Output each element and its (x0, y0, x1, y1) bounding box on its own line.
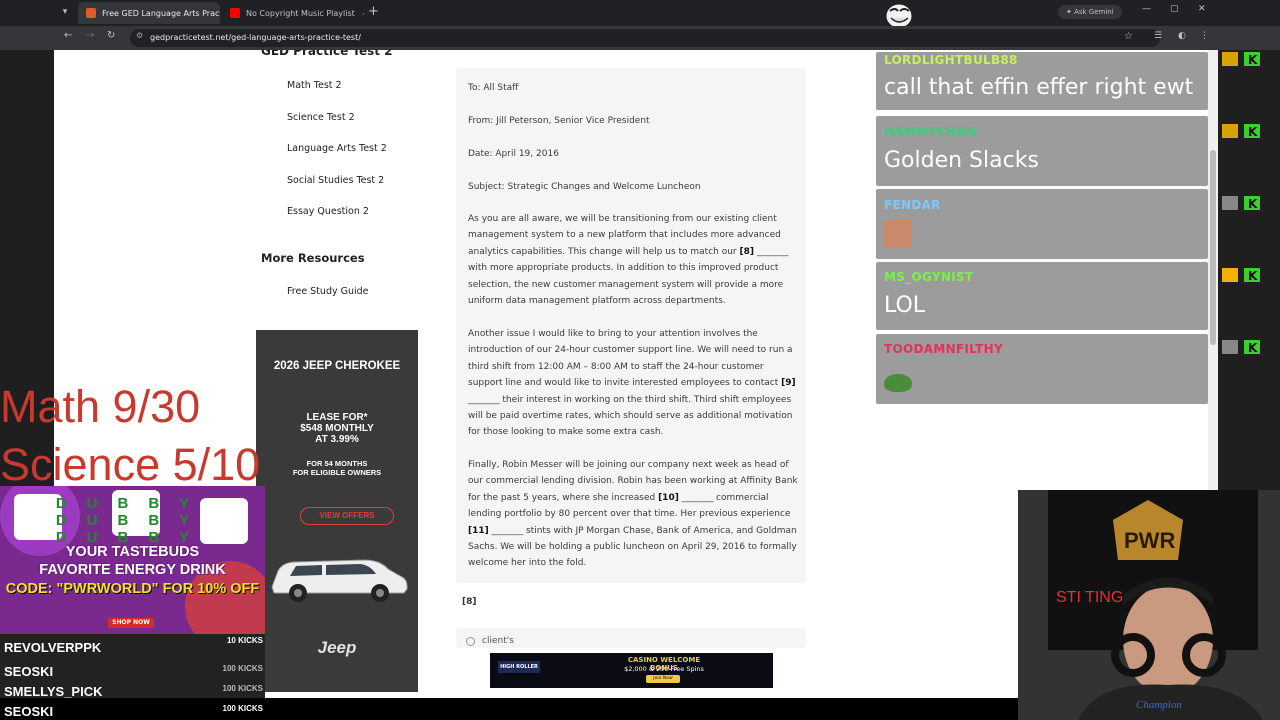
chat-username: LORDLIGHTBULB88 (884, 53, 1018, 67)
svg-text:K: K (1248, 53, 1258, 67)
webcam-feed: PWR STI TING Champion (1018, 490, 1280, 720)
svg-text:K: K (1248, 197, 1258, 211)
drink-tagline: YOUR TASTEBUDS FAVORITE ENERGY DRINK (0, 543, 265, 579)
youtube-icon (230, 8, 240, 18)
kicks-name: SEOSKI (4, 704, 54, 719)
kicks-name: SMELLYS_PICK (4, 684, 103, 699)
jeep-ad-title: 2026 JEEP CHEROKEE (273, 360, 401, 372)
memo-paragraph-2: Another issue I would like to bring to y… (468, 329, 796, 438)
shop-now-button: SHOP NOW (108, 618, 154, 628)
casino-offer: $2,000 & 200 Free Spins (624, 665, 704, 673)
jeep-terms-line: FOR ELIGIBLE OWNERS (292, 468, 382, 477)
kicks-amount: 100 KICKS (222, 704, 263, 713)
scrollbar-thumb[interactable] (1210, 150, 1216, 345)
chat-username: HAMMYCHAN (884, 125, 977, 139)
jeep-ad-terms: FOR 54 MONTHS FOR ELIGIBLE OWNERS (256, 459, 418, 477)
jeep-logo: Jeep (317, 638, 357, 657)
memo-paragraph-3: Finally, Robin Messer will be joining ou… (468, 460, 798, 569)
jeep-lease-line: $548 MONTHLY (300, 423, 374, 434)
more-resources-heading: More Resources (261, 251, 365, 265)
svg-text:PWR: PWR (1124, 528, 1175, 553)
menu-icon[interactable]: ⋮ (1200, 31, 1209, 41)
new-tab-button[interactable]: + (368, 4, 379, 20)
sidebar-heading: GED Practice Test 2 (261, 50, 393, 58)
drink-code: CODE: "PWRWORLD" FOR 10% OFF (5, 581, 260, 597)
tab-title: Free GED Language Arts Practice (102, 8, 220, 18)
reload-icon[interactable]: ↻ (107, 30, 115, 41)
memo-date: Date: April 19, 2016 (468, 149, 559, 159)
sidebar-link-social-studies[interactable]: Social Studies Test 2 (287, 175, 384, 186)
tab-search-button[interactable]: ▾ (58, 4, 72, 20)
minimize-icon[interactable]: — (1142, 4, 1151, 14)
tab-ged-language-arts[interactable]: Free GED Language Arts Practice ✕ (78, 2, 220, 24)
site-info-icon[interactable]: ⚙ (136, 32, 144, 40)
kick-badge-icon: K (1244, 52, 1260, 67)
maximize-icon[interactable]: ▢ (1170, 4, 1179, 14)
casino-brand-logo: HIGH ROLLER (498, 661, 540, 673)
drink-brand: DUBBY DUBBY DUBBY (55, 495, 210, 546)
jeep-ad-lease: LEASE FOR* $548 MONTHLY AT 3.99% (256, 412, 418, 445)
speaker-icon[interactable]: ◀) (363, 9, 364, 18)
memo-paragraph-1: As you are all aware, we will be transit… (468, 214, 789, 307)
math-score: Math 9/30 (0, 381, 201, 432)
jeep-terms-line: FOR 54 MONTHS (306, 459, 368, 468)
forward-icon[interactable]: → (86, 30, 94, 41)
chat-username: FENDAR (884, 198, 941, 212)
svg-text:Champion: Champion (1136, 699, 1182, 711)
site-favicon-icon (86, 8, 96, 18)
question-number: [8] (462, 597, 477, 607)
ask-gemini-button[interactable]: ✦ Ask Gemini (1058, 5, 1122, 19)
kicks-amount: 100 KICKS (222, 684, 263, 693)
sidebar-link-essay[interactable]: Essay Question 2 (287, 206, 369, 217)
sidebar-link-language-arts[interactable]: Language Arts Test 2 (287, 143, 387, 154)
sidebar-link-study-guide[interactable]: Free Study Guide (287, 286, 369, 297)
score-overlay: Math 9/30 Science 5/10 (0, 378, 260, 494)
kicks-name: REVOLVERPPK (4, 640, 102, 655)
svg-text:K: K (1248, 125, 1258, 139)
kicks-amount: 100 KICKS (222, 664, 263, 673)
tab-title: No Copyright Music Playlist (246, 8, 355, 18)
svg-text:K: K (1248, 269, 1258, 283)
view-offers-button[interactable]: VIEW OFFERS (300, 507, 394, 525)
close-window-icon[interactable]: ✕ (1198, 4, 1206, 14)
chat-emote-icon (884, 220, 912, 248)
kicks-amount: 10 KICKS (226, 636, 263, 645)
svg-text:STI TING: STI TING (1056, 589, 1123, 606)
pepe-emote-icon (884, 374, 912, 392)
jeep-lease-line: LEASE FOR* (306, 412, 368, 423)
profile-icon[interactable]: ◐ (1178, 31, 1186, 41)
sidebar-link-science[interactable]: Science Test 2 (287, 112, 355, 123)
extensions-icon[interactable]: ☰ (1154, 31, 1162, 41)
drink-tagline-line: FAVORITE ENERGY DRINK (39, 562, 226, 578)
webcam-scene: PWR STI TING Champion (1018, 490, 1280, 720)
memo-to: To: All Staff (468, 83, 519, 93)
answer-radio[interactable] (466, 637, 475, 646)
memo-subject: Subject: Strategic Changes and Welcome L… (468, 182, 701, 192)
kicks-name: SEOSKI (4, 664, 54, 679)
suv-image (271, 559, 408, 602)
chat-badges: K K K K K (1222, 52, 1260, 355)
casino-join-button[interactable]: Join Now (646, 675, 680, 683)
sidebar-link-math[interactable]: Math Test 2 (287, 80, 342, 91)
answer-option-text: client's (482, 636, 514, 646)
memo-from: From: Jill Peterson, Senior Vice Preside… (468, 116, 650, 126)
chat-username: MS_OGYNIST (884, 270, 974, 284)
url-field[interactable]: gedpracticetest.net/ged-language-arts-pr… (130, 29, 1160, 47)
tab-music-playlist[interactable]: No Copyright Music Playlist ◀) ✕ (222, 2, 364, 24)
chat-text: LOL (884, 293, 926, 318)
chat-text: call that effin effer right ewt (884, 75, 1194, 100)
svg-text:K: K (1248, 341, 1258, 355)
drink-tagline-line: YOUR TASTEBUDS (65, 544, 200, 560)
cart-badge-icon (1222, 52, 1238, 66)
chat-text: Golden Slacks (884, 148, 1039, 173)
jeep-lease-line: AT 3.99% (315, 434, 359, 445)
bookmark-star-icon[interactable]: ☆ (1124, 31, 1133, 42)
back-icon[interactable]: ← (64, 30, 72, 41)
chat-username: TOODAMNFILTHY (884, 342, 1003, 356)
